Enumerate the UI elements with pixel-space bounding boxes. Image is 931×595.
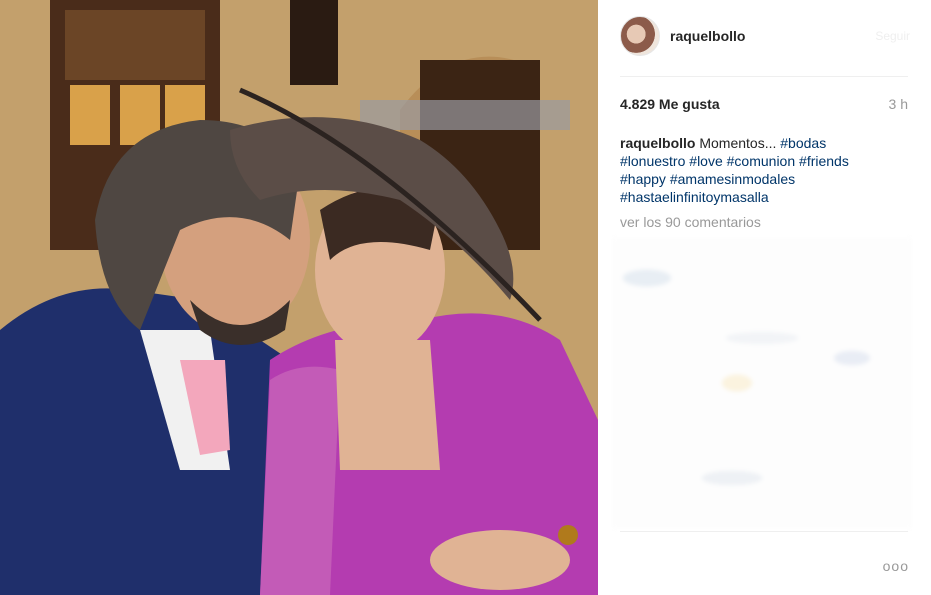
hashtag[interactable]: #comunion bbox=[727, 153, 796, 169]
caption: raquelbollo Momentos... #bodas #lonuestr… bbox=[620, 134, 892, 206]
post-header: raquelbollo Seguir bbox=[620, 16, 910, 56]
hashtag[interactable]: #hastaelinfinitoymasalla bbox=[620, 189, 769, 205]
post-sidebar: raquelbollo Seguir 4.829 Me gusta 3 h ra… bbox=[598, 0, 931, 595]
caption-author[interactable]: raquelbollo bbox=[620, 135, 695, 151]
avatar[interactable] bbox=[620, 16, 660, 56]
divider bbox=[620, 531, 908, 532]
hashtag[interactable]: #love bbox=[689, 153, 722, 169]
post-photo[interactable] bbox=[0, 0, 598, 595]
comments-list bbox=[612, 238, 912, 528]
hashtag[interactable]: #happy bbox=[620, 171, 666, 187]
more-options-icon[interactable]: ooo bbox=[883, 558, 909, 574]
hashtag[interactable]: #lonuestro bbox=[620, 153, 685, 169]
follow-button[interactable]: Seguir bbox=[875, 29, 910, 43]
divider bbox=[620, 76, 908, 77]
hashtag[interactable]: #amamesinmodales bbox=[670, 171, 795, 187]
likes-count[interactable]: 4.829 Me gusta bbox=[620, 96, 720, 112]
hashtag[interactable]: #friends bbox=[799, 153, 849, 169]
caption-text: Momentos... bbox=[699, 135, 777, 151]
hashtag[interactable]: #bodas bbox=[780, 135, 826, 151]
post-image bbox=[0, 0, 598, 595]
username[interactable]: raquelbollo bbox=[670, 28, 745, 44]
likes-row: 4.829 Me gusta 3 h bbox=[620, 96, 908, 112]
timestamp[interactable]: 3 h bbox=[889, 96, 908, 112]
view-comments-link[interactable]: ver los 90 comentarios bbox=[620, 214, 761, 230]
